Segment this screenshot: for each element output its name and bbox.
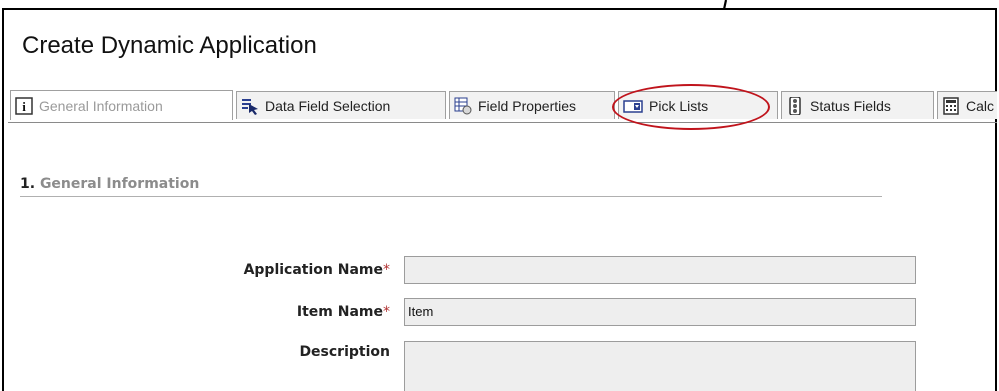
page-title: Create Dynamic Application xyxy=(22,32,317,59)
tab-label: General Information xyxy=(39,97,163,114)
dialog-frame: Create Dynamic Application xyxy=(2,8,997,391)
tab-label: Field Properties xyxy=(478,97,577,114)
tab-label: Calc xyxy=(966,97,995,114)
tab-general-information[interactable]: i General Information xyxy=(10,90,233,120)
application-name-label: Application Name* xyxy=(243,262,390,278)
tab-label: Pick Lists xyxy=(649,97,709,114)
description-textarea[interactable] xyxy=(404,341,916,391)
item-name-input[interactable]: Item xyxy=(404,298,916,326)
tab-data-field-selection[interactable]: Data Field Selection xyxy=(236,91,446,119)
item-name-label: Item Name* xyxy=(296,304,390,320)
tab-label: Data Field Selection xyxy=(265,97,391,114)
section-number: 1. xyxy=(20,176,36,192)
tab-status-fields[interactable]: Status Fields xyxy=(781,91,934,119)
required-marker: * xyxy=(383,262,390,278)
calculator-icon xyxy=(942,96,960,115)
required-marker: * xyxy=(383,304,390,320)
traffic-light-icon xyxy=(786,95,804,116)
field-properties-icon xyxy=(454,97,472,115)
section-divider xyxy=(20,196,882,197)
section-title: General Information xyxy=(39,176,200,192)
tab-field-properties[interactable]: Field Properties xyxy=(449,91,615,119)
svg-text:i: i xyxy=(22,99,26,114)
application-name-input[interactable] xyxy=(404,256,916,284)
tab-calc[interactable]: Calc xyxy=(937,91,997,119)
tab-pick-lists[interactable]: Pick Lists xyxy=(618,91,778,119)
field-select-icon xyxy=(241,97,259,115)
description-label: Description xyxy=(299,344,390,360)
section-heading: 1. General Information xyxy=(20,176,199,192)
info-icon: i xyxy=(15,96,33,115)
tab-bar: i General Information Data Field Selecti… xyxy=(8,88,997,123)
pick-list-icon xyxy=(623,97,643,115)
tab-label: Status Fields xyxy=(810,97,891,114)
